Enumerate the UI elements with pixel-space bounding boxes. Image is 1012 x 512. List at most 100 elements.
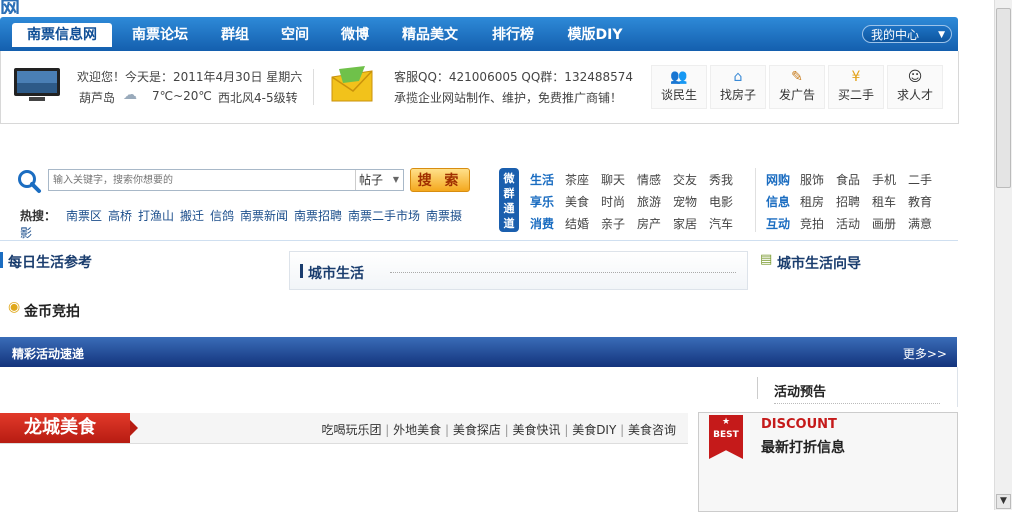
channel-item[interactable]: 时尚 — [601, 193, 625, 210]
channel-label[interactable]: 信息 — [766, 193, 790, 210]
channel-item[interactable]: 宠物 — [673, 193, 697, 210]
channel-item[interactable]: 房产 — [637, 215, 661, 232]
channel-item[interactable]: 秀我 — [709, 171, 733, 188]
channel-item[interactable]: 汽车 — [709, 215, 733, 232]
my-center-dropdown[interactable]: 我的中心 ▼ — [862, 25, 952, 43]
hot-link[interactable]: 高桥 — [108, 207, 132, 224]
channel-label[interactable]: 网购 — [766, 171, 790, 188]
nav-item-weibo[interactable]: 微博 — [330, 24, 380, 46]
quick-link-label: 谈民生 — [660, 88, 697, 102]
food-link[interactable]: 吃喝玩乐团 — [321, 423, 381, 437]
hot-link[interactable]: 南票摄 — [426, 207, 462, 224]
hot-link[interactable]: 南票新闻 — [240, 207, 288, 224]
hot-link[interactable]: 南票区 — [66, 207, 102, 224]
food-link[interactable]: 美食快讯 — [513, 423, 561, 437]
channel-item[interactable]: 画册 — [872, 215, 896, 232]
separator: | — [560, 423, 573, 437]
site-logo[interactable]: 网 — [0, 0, 21, 14]
nav-item-template-diy[interactable]: 模版DIY — [556, 24, 634, 46]
more-link[interactable]: 更多>> — [903, 345, 947, 362]
coin-auction-title[interactable]: 金币竞拍 — [24, 301, 80, 321]
food-link[interactable]: 美食咨询 — [628, 423, 676, 437]
channel-item[interactable]: 租车 — [872, 193, 896, 210]
quick-link-jobs[interactable]: ☺ 求人才 — [887, 65, 943, 109]
food-title[interactable]: 龙城美食 — [0, 413, 138, 443]
channel-label[interactable]: 享乐 — [530, 193, 554, 210]
section-marker — [0, 252, 3, 268]
discount-box: ★ BEST DISCOUNT 最新打折信息 — [698, 412, 958, 512]
channel-label[interactable]: 互动 — [766, 215, 790, 232]
channel-item[interactable]: 手机 — [872, 171, 896, 188]
city-guide-title[interactable]: 城市生活向导 — [777, 253, 861, 273]
channel-item[interactable]: 电影 — [709, 193, 733, 210]
channel-item[interactable]: 亲子 — [601, 215, 625, 232]
discount-cn-title[interactable]: 最新打折信息 — [761, 437, 845, 457]
hot-link[interactable]: 南票招聘 — [294, 207, 342, 224]
search-input[interactable] — [49, 170, 353, 190]
channel-item[interactable]: 交友 — [673, 171, 697, 188]
channel-item[interactable]: 满意 — [908, 215, 932, 232]
search-band: 帖子 ▼ 搜 索 热搜： 南票区 高桥 打渔山 搬迁 信鸽 南票新闻 南票招聘 … — [0, 160, 958, 241]
temperature: 7℃~20℃ — [152, 89, 212, 103]
daily-reference-title[interactable]: 每日生活参考 — [8, 252, 92, 272]
channel-item[interactable]: 二手 — [908, 171, 932, 188]
hot-link[interactable]: 打渔山 — [138, 207, 174, 224]
channel-label[interactable]: 消费 — [530, 215, 554, 232]
best-badge-text: BEST — [713, 430, 739, 440]
separator: | — [616, 423, 628, 437]
channel-item[interactable]: 家居 — [673, 215, 697, 232]
quick-link-secondhand[interactable]: ¥ 买二手 — [828, 65, 884, 109]
channel-item[interactable]: 服饰 — [800, 171, 824, 188]
channel-item[interactable]: 旅游 — [637, 193, 661, 210]
food-link[interactable]: 美食探店 — [453, 423, 501, 437]
info-band: 欢迎您！今天是：2011年4月30日 星期六 葫芦岛 ☁ 7℃~20℃ 西北风4… — [0, 51, 959, 124]
city-life-header: 城市生活 — [289, 251, 748, 290]
channel-item[interactable]: 教育 — [908, 193, 932, 210]
my-center-label: 我的中心 — [871, 28, 920, 42]
hot-link[interactable]: 南票二手市场 — [348, 207, 420, 224]
separator: | — [441, 423, 453, 437]
channel-item[interactable]: 聊天 — [601, 171, 625, 188]
hot-link[interactable]: 信鸽 — [210, 207, 234, 224]
nav-item-home[interactable]: 南票信息网 — [12, 23, 112, 47]
scrollbar-thumb[interactable] — [996, 8, 1011, 188]
food-link[interactable]: 外地美食 — [393, 423, 441, 437]
nav-item-articles[interactable]: 精品美文 — [392, 24, 468, 46]
scroll-down-arrow-icon[interactable]: ▼ — [996, 494, 1011, 509]
channel-item[interactable]: 租房 — [800, 193, 824, 210]
search-type-select[interactable]: 帖子 ▼ — [355, 170, 403, 190]
channel-item[interactable]: 结婚 — [565, 215, 589, 232]
channel-item[interactable]: 美食 — [565, 193, 589, 210]
channel-item[interactable]: 茶座 — [565, 171, 589, 188]
channel-item[interactable]: 活动 — [836, 215, 860, 232]
nav-item-space[interactable]: 空间 — [270, 24, 320, 46]
wind: 西北风4-5级转 — [218, 91, 298, 105]
search-button[interactable]: 搜 索 — [410, 168, 470, 192]
channel-item[interactable]: 食品 — [836, 171, 860, 188]
activity-preview-title[interactable]: 活动预告 — [774, 381, 826, 400]
hot-link[interactable]: 搬迁 — [180, 207, 204, 224]
channel-item[interactable]: 招聘 — [836, 193, 860, 210]
channel-item[interactable]: 情感 — [637, 171, 661, 188]
divider — [755, 168, 756, 232]
cloud-icon: ☁ — [123, 87, 137, 103]
tv-icon — [13, 67, 61, 103]
discount-en-title: DISCOUNT — [761, 417, 837, 432]
quick-link-ads[interactable]: ✎ 发广告 — [769, 65, 825, 109]
nav-item-ranking[interactable]: 排行榜 — [482, 24, 544, 46]
channel-item[interactable]: 竞拍 — [800, 215, 824, 232]
divider — [313, 69, 314, 105]
search-type-value: 帖子 — [359, 173, 384, 187]
quick-link-house[interactable]: ⌂ 找房子 — [710, 65, 766, 109]
nav-item-groups[interactable]: 群组 — [210, 24, 260, 46]
nav-item-forum[interactable]: 南票论坛 — [122, 24, 198, 46]
food-link[interactable]: 美食DIY — [572, 423, 616, 437]
vertical-scrollbar[interactable]: ▼ — [994, 0, 1012, 510]
guide-icon: ▤ — [760, 252, 773, 267]
quick-link-livelihood[interactable]: 👥 谈民生 — [651, 65, 707, 109]
hot-link-wrap[interactable]: 影 — [20, 224, 32, 241]
city-life-title[interactable]: 城市生活 — [308, 263, 364, 283]
divider — [757, 377, 758, 399]
quick-link-label: 发广告 — [778, 88, 815, 102]
channel-label[interactable]: 生活 — [530, 171, 554, 188]
